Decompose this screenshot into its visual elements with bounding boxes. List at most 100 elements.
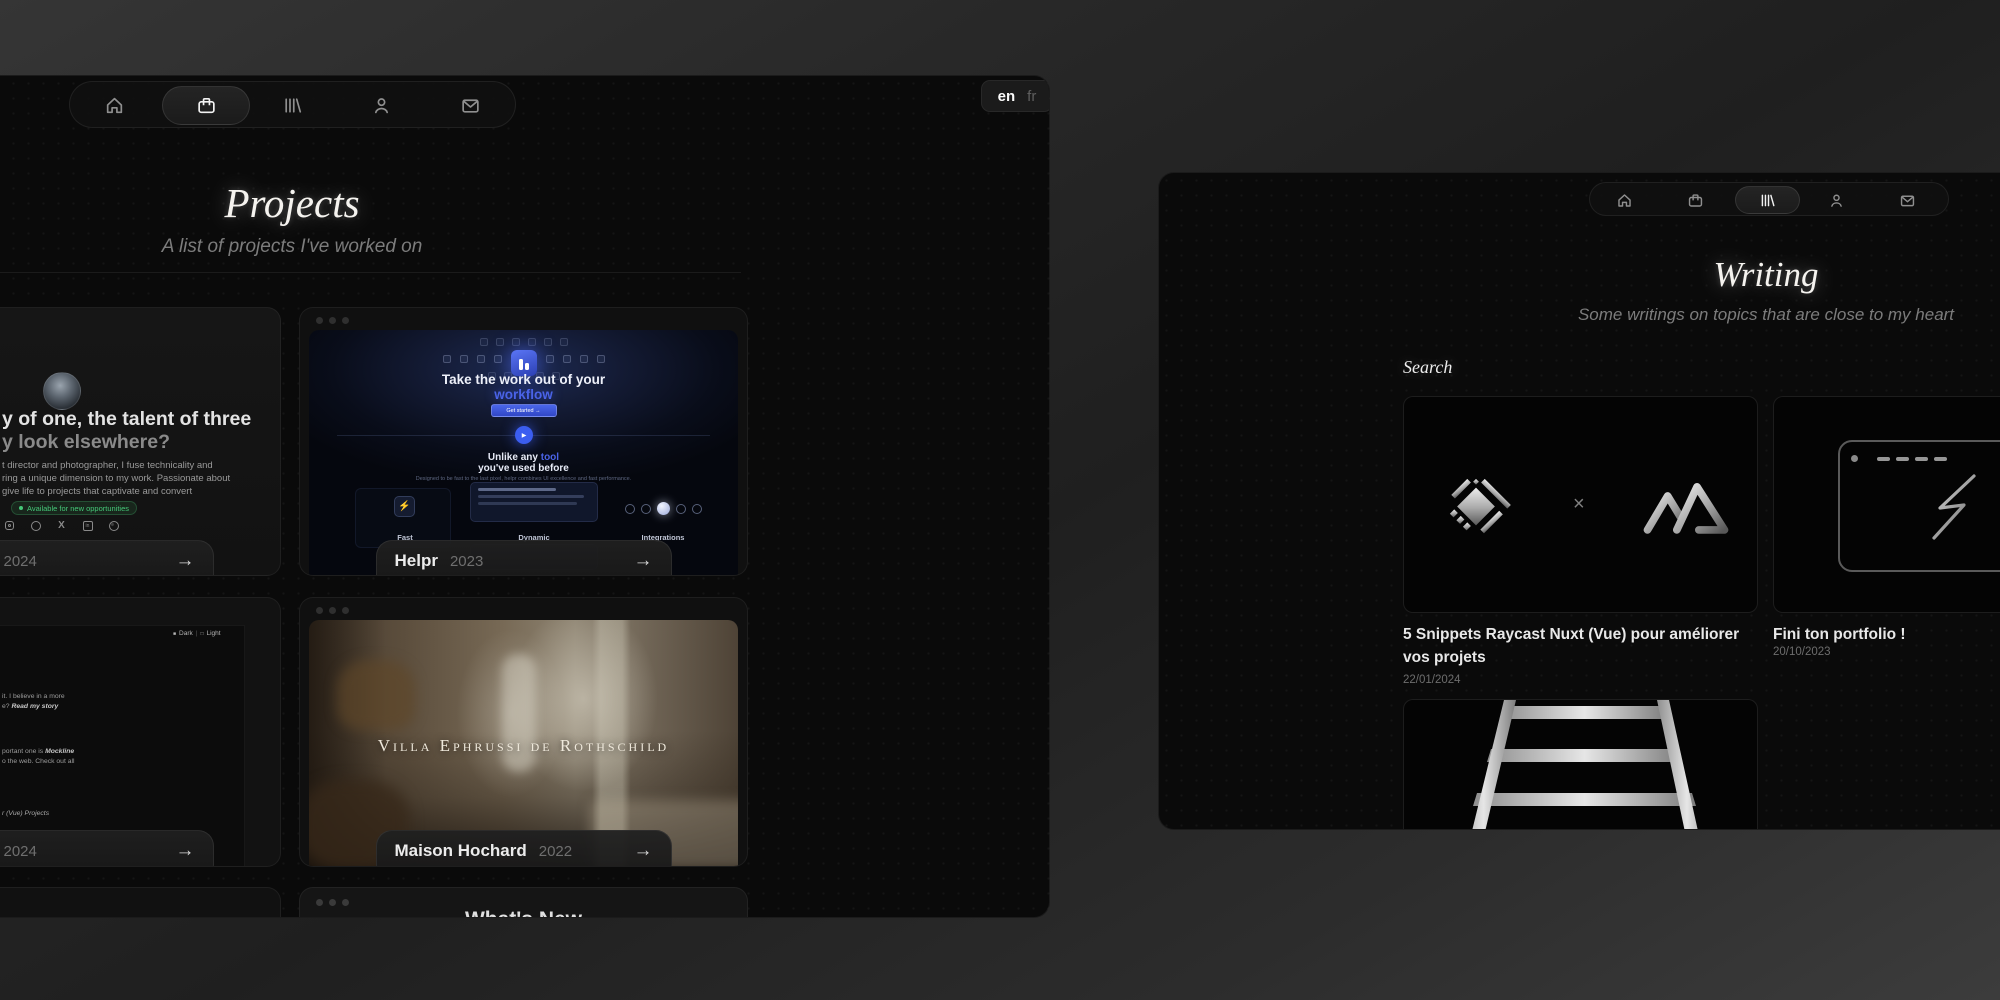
browser-tabs-dashes-icon [1877,457,1947,461]
dark-square-icon: ■ [173,631,176,637]
project-year: 2023 [450,553,483,570]
app-icons-row [309,338,738,346]
window-dots-icon [316,317,349,324]
story-frag-1: it. I believe in a more [2,693,65,700]
story-frag-4: o the web. Check out all [2,758,75,765]
page-subtitle: A list of projects I've worked on [162,236,423,258]
mail-icon [1899,192,1916,209]
user-icon [1828,192,1845,209]
lang-en[interactable]: en [998,88,1016,105]
article-card-raycast-nuxt[interactable]: × [1403,396,1758,613]
divider [0,272,741,273]
nav-item-about[interactable] [1820,185,1852,215]
browser-dot-icon [1851,455,1858,462]
project-name: Maison Hochard [395,841,527,861]
nav-item-home[interactable] [1608,185,1640,215]
article-date: 22/01/2024 [1403,674,1461,686]
about-heading-line2: y look elsewhere? [2,431,170,454]
project-card-helpr[interactable]: Take the work out of your workflow Get s… [299,307,748,576]
project-name: Helpr [395,551,438,571]
page-title: Writing [1713,255,1818,295]
briefcase-icon [1687,192,1704,209]
maison-card-link[interactable]: Maison Hochard 2022 → [376,830,672,867]
arrow-icon: → [634,550,653,572]
github-icon[interactable] [30,520,41,531]
integrations-icons [625,502,702,515]
home-icon [104,95,125,116]
projects-window: en fr Projects A list of projects I've w… [0,75,1050,918]
lamp [337,660,415,730]
story-frag-5: r (Vue) Projects [2,810,49,817]
project-card-maison[interactable]: Villa Ephrussi de Rothschild Maison Hoch… [299,597,748,867]
project-card-whats-new[interactable]: What's New [299,887,748,918]
browser-frame-icon [1838,440,2000,572]
photo-caption: Villa Ephrussi de Rothschild [309,736,738,756]
lightning-bolt-icon [1924,472,1982,552]
helpr-tagline-line1: Unlike any tool [309,452,738,463]
article-title[interactable]: 5 Snippets Raycast Nuxt (Vue) pour améli… [1403,623,1748,669]
story-frag-3: portant one is Mockline [2,748,74,755]
status-dot-icon [19,506,23,510]
search-label: Search [1403,357,1452,378]
project-year: 2024 [4,553,37,570]
about-card-link[interactable]: 2024 → [0,540,214,576]
theme-toggle[interactable]: ■ Dark | □ Light [173,630,221,637]
briefcase-icon [196,95,217,116]
play-button[interactable]: ▶ [515,426,533,444]
library-icon [1759,192,1776,209]
arrow-icon: → [176,550,195,572]
nav-item-projects[interactable] [1679,185,1711,215]
lang-fr[interactable]: fr [1027,88,1036,105]
helpr-hero-line: Take the work out of your [309,372,738,387]
nav-item-writing[interactable] [1735,186,1800,214]
light-square-icon: □ [200,631,203,637]
linkedin-icon[interactable]: in [82,520,93,531]
about-heading-line1: y of one, the talent of three [2,408,251,431]
helpr-cta-button[interactable]: Get started → [491,404,557,417]
user-icon [371,95,392,116]
about-body-line2: ring a unique dimension to my work. Pass… [2,473,230,484]
desktop-background: en fr Projects A list of projects I've w… [0,0,2000,1000]
nav-item-writing[interactable] [272,85,312,125]
instagram-icon[interactable] [4,520,15,531]
helpr-card-link[interactable]: Helpr 2023 → [376,540,672,576]
mail-icon [460,95,481,116]
nav-item-about[interactable] [361,85,401,125]
helpr-screenshot: Take the work out of your workflow Get s… [309,330,738,575]
article-card-ladder[interactable] [1403,699,1758,830]
x-icon[interactable]: X [56,520,67,531]
language-toggle[interactable]: en fr [981,80,1050,112]
story-card-link[interactable]: 2024 → [0,830,214,867]
arrow-icon: → [176,840,195,862]
whats-new-title: What's New [300,908,747,918]
about-body-line3: give life to projects that captivate and… [2,486,192,497]
article-card-portfolio[interactable] [1773,396,2000,613]
dribbble-icon[interactable] [108,520,119,531]
page-subtitle: Some writings on topics that are close t… [1578,305,1954,325]
nuxt-logo-icon [1642,477,1730,537]
raycast-logo-icon [1437,466,1515,544]
article-title[interactable]: Fini ton portfolio ! [1773,623,2000,646]
nav-item-contact[interactable] [1891,185,1923,215]
arrow-icon: → [634,840,653,862]
nav-item-home[interactable] [94,85,134,125]
window-dots-icon [316,607,349,614]
project-card-partial[interactable] [0,887,281,918]
helpr-tagline-line2: you've used before [309,463,738,474]
main-nav [1589,182,1949,216]
home-icon [1616,192,1633,209]
x-separator: × [1573,493,1585,516]
nav-item-projects[interactable] [162,86,250,125]
dynamic-skeleton [470,482,598,522]
social-icons-row: X in [4,520,119,531]
availability-badge: Available for new opportunities [11,501,137,515]
about-body-line1: t director and photographer, I fuse tech… [2,460,213,471]
writing-window: Writing Some writings on topics that are… [1158,172,2000,830]
play-icon: ▶ [522,432,527,439]
project-card-story[interactable]: ■ Dark | □ Light it. I believe in a more… [0,597,281,867]
helpr-hero-highlight: workflow [309,387,738,402]
main-nav [69,81,516,128]
project-year: 2024 [4,843,37,860]
nav-item-contact[interactable] [450,85,490,125]
project-card-about[interactable]: y of one, the talent of three y look els… [0,307,281,576]
